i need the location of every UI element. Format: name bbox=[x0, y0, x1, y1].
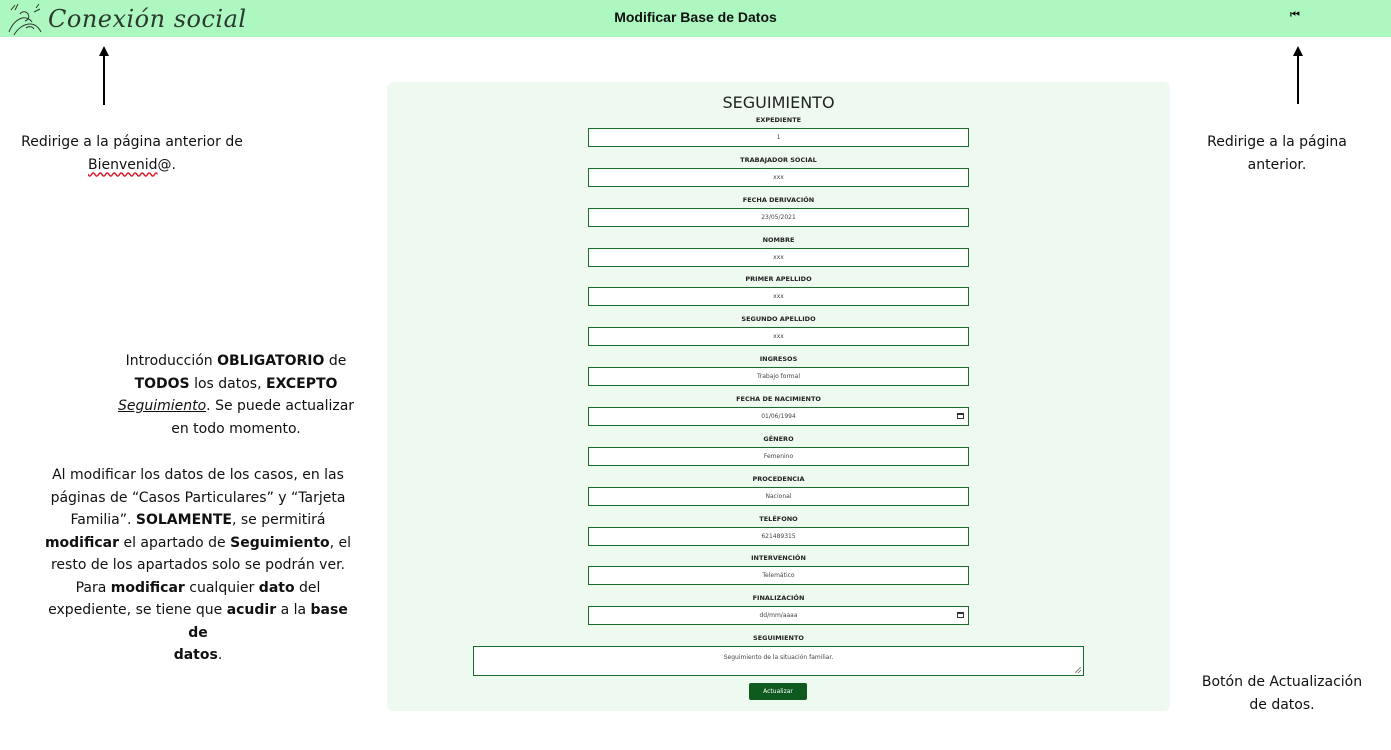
field-label: NOMBRE bbox=[762, 235, 795, 244]
arrow-up-logo bbox=[99, 46, 109, 105]
field-value: 01/06/1994 bbox=[761, 412, 796, 420]
text-input[interactable]: xxx bbox=[588, 287, 969, 307]
field-value: xxx bbox=[773, 173, 784, 181]
text-input[interactable]: Femenino bbox=[588, 446, 969, 466]
field-value: 1 bbox=[776, 134, 781, 141]
page-title: Modificar Base de Datos bbox=[614, 9, 777, 25]
field-value: Telemático bbox=[762, 572, 795, 580]
back-icon[interactable]: ⏮ bbox=[1290, 9, 1300, 22]
field-label: PRIMER APELLIDO bbox=[745, 275, 812, 284]
text-input[interactable]: xxx bbox=[588, 247, 969, 267]
field-value: 621489315 bbox=[761, 532, 796, 540]
seguimiento-textarea[interactable]: Seguimiento de la situación familiar. bbox=[473, 646, 1084, 676]
date-input[interactable]: 01/06/1994 bbox=[588, 406, 969, 426]
update-button[interactable]: Actualizar bbox=[749, 683, 807, 700]
logo-annotation: Redirige a la página anterior de Bienven… bbox=[21, 134, 243, 173]
seguimiento-value: Seguimiento de la situación familiar. bbox=[723, 654, 834, 661]
text-input[interactable]: 1 bbox=[588, 128, 969, 147]
field-label: EXPEDIENTE bbox=[755, 116, 802, 124]
arrow-up-back bbox=[1293, 46, 1303, 104]
field-label: SEGUNDO APELLIDO bbox=[741, 315, 816, 324]
date-input[interactable]: dd/mm/aaaa bbox=[588, 606, 969, 626]
field-label: TRABAJADOR SOCIAL bbox=[740, 155, 817, 164]
field-label-seguimiento: SEGUIMIENTO bbox=[753, 634, 804, 642]
field-label: FECHA DE NACIMIENTO bbox=[736, 394, 821, 403]
field-value: dd/mm/aaaa bbox=[759, 612, 798, 620]
text-input[interactable]: Nacional bbox=[588, 486, 969, 506]
text-input[interactable]: 23/05/2021 bbox=[588, 207, 969, 227]
calendar-icon[interactable] bbox=[957, 612, 964, 619]
field-value: Nacional bbox=[765, 492, 792, 500]
field-value: 23/05/2021 bbox=[761, 213, 796, 221]
back-annotation: Redirige a la página anterior. bbox=[1207, 134, 1347, 173]
text-input[interactable]: Telemático bbox=[588, 566, 969, 586]
field-value: xxx bbox=[773, 293, 784, 301]
field-label: GÉNERO bbox=[763, 434, 794, 443]
field-label: PROCEDENCIA bbox=[752, 474, 805, 483]
button-annotation: Botón de Actualización de datos. bbox=[1201, 674, 1363, 713]
field-value: Femenino bbox=[763, 452, 794, 460]
calendar-icon[interactable] bbox=[957, 412, 964, 419]
text-input[interactable]: 621489315 bbox=[588, 526, 969, 546]
mandatory-annotation: Introducción OBLIGATORIO de TODOS los da… bbox=[117, 353, 355, 437]
top-bar: Conexión social Modificar Base de Datos … bbox=[0, 0, 1391, 37]
field-label: INTERVENCIÓN bbox=[751, 554, 806, 563]
field-value: Trabajo formal bbox=[757, 373, 800, 381]
text-input[interactable]: xxx bbox=[588, 327, 969, 347]
text-input[interactable]: xxx bbox=[588, 167, 969, 187]
modify-annotation: Al modificar los datos de los casos, en … bbox=[44, 467, 352, 663]
field-label: FECHA DERIVACIÓN bbox=[742, 195, 815, 204]
field-label: FINALIZACIÓN bbox=[752, 594, 805, 603]
field-value: xxx bbox=[773, 333, 784, 341]
resize-grip-icon[interactable] bbox=[1075, 667, 1081, 673]
form-panel: SEGUIMIENTO EXPEDIENTE 1 TRABAJADOR SOCIAL… bbox=[387, 82, 1170, 711]
form-title: SEGUIMIENTO bbox=[722, 93, 835, 112]
field-label: INGRESOS bbox=[759, 355, 798, 364]
field-value: xxx bbox=[773, 253, 784, 261]
field-label: TELÉFONO bbox=[759, 514, 798, 523]
text-input[interactable]: Trabajo formal bbox=[588, 367, 969, 387]
